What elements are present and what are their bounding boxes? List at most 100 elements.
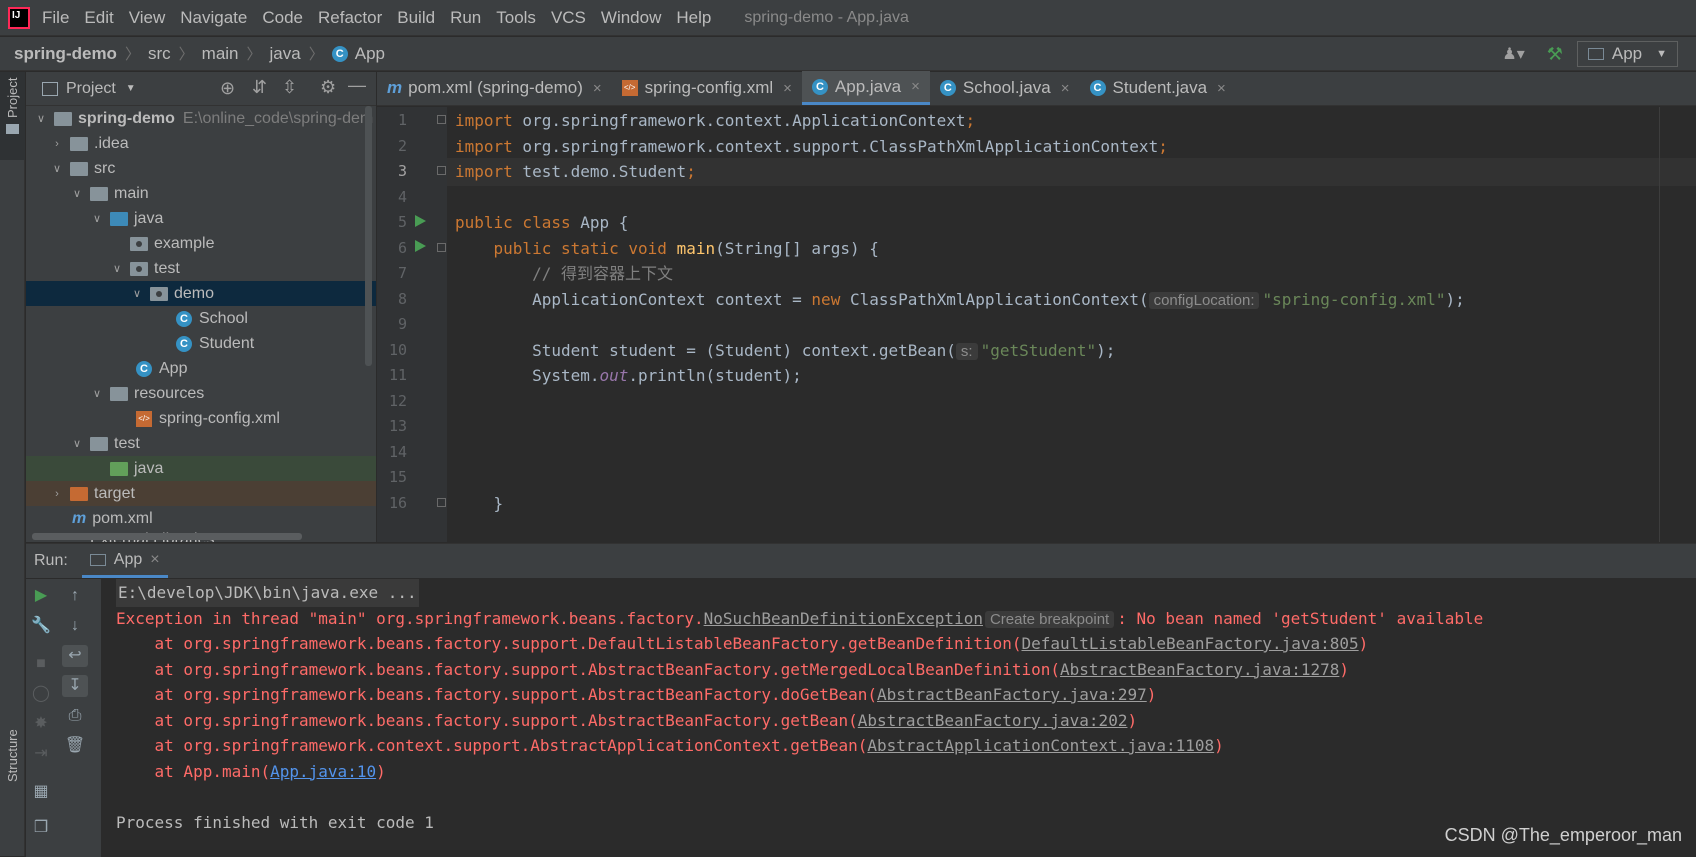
tree-item-test-package[interactable]: ∨ test (26, 256, 376, 281)
tree-item-test-java[interactable]: java (26, 456, 376, 481)
wrench-icon[interactable]: 🔧 (30, 615, 52, 637)
tree-item-idea[interactable]: › .idea (26, 131, 376, 156)
run-gutter-icon[interactable] (415, 215, 426, 227)
project-tool-button[interactable]: Project (0, 72, 25, 160)
menu-help[interactable]: Help (676, 8, 711, 28)
exit-icon[interactable]: ⇥ (30, 743, 52, 765)
gear-icon[interactable]: ⚙ (320, 77, 336, 98)
debug-icon[interactable]: ✸ (30, 713, 52, 735)
tab-student-java[interactable]: C Student.java × (1080, 71, 1236, 105)
tree-item-spring-demo[interactable]: ∨ spring-demo E:\online_code\spring-dem (26, 106, 376, 131)
frame-source-link[interactable]: AbstractBeanFactory.java:202 (858, 711, 1128, 730)
chevron-down-icon[interactable]: ▼ (126, 83, 136, 94)
frame-source-link[interactable]: DefaultListableBeanFactory.java:805 (1021, 634, 1358, 653)
chevron-down-icon[interactable]: ∨ (90, 387, 104, 400)
breadcrumb-java[interactable]: java (270, 44, 301, 64)
close-icon[interactable]: × (911, 78, 920, 95)
trash-icon[interactable]: 🗑 (64, 735, 86, 757)
create-breakpoint-hint[interactable]: Create breakpoint (984, 610, 1115, 628)
tree-item-java[interactable]: ∨ java (26, 206, 376, 231)
menu-navigate[interactable]: Navigate (180, 8, 247, 28)
structure-tool-button[interactable]: Structure (0, 672, 25, 792)
chevron-down-icon[interactable]: ∨ (34, 112, 48, 125)
menu-code[interactable]: Code (262, 8, 303, 28)
close-icon[interactable]: × (593, 80, 602, 97)
tree-item-pom[interactable]: m pom.xml (26, 506, 376, 531)
menu-window[interactable]: Window (601, 8, 661, 28)
fold-icon[interactable] (437, 243, 446, 252)
scroll-to-end-icon[interactable]: ↧ (62, 675, 88, 697)
tree-item-target[interactable]: › target (26, 481, 376, 506)
exception-class-link[interactable]: NoSuchBeanDefinitionException (704, 609, 983, 628)
menu-vcs[interactable]: VCS (551, 8, 586, 28)
tree-item-src[interactable]: ∨ src (26, 156, 376, 181)
breadcrumb-main[interactable]: main (202, 44, 239, 64)
collapse-all-icon[interactable]: ⇳ (282, 77, 297, 98)
print-icon[interactable]: ⎙ (64, 705, 86, 727)
minimize-icon[interactable]: — (348, 75, 366, 96)
run-config-select[interactable]: App ▼ (1576, 41, 1678, 67)
run-gutter-icon[interactable] (415, 240, 426, 252)
fold-icon[interactable] (437, 498, 446, 507)
build-hammer-icon[interactable]: ⚒ (1547, 44, 1563, 65)
frame-source-link[interactable]: AbstractBeanFactory.java:1278 (1060, 660, 1339, 679)
chevron-down-icon[interactable]: ∨ (50, 162, 64, 175)
fold-icon[interactable] (437, 166, 446, 175)
tree-item-school[interactable]: C School (26, 306, 376, 331)
menu-file[interactable]: File (42, 8, 69, 28)
frame-source-link[interactable]: AbstractBeanFactory.java:297 (877, 685, 1147, 704)
chevron-down-icon[interactable]: ∨ (70, 437, 84, 450)
tab-app-java[interactable]: C App.java × (801, 71, 930, 105)
expand-all-icon[interactable]: ⇵ (252, 77, 267, 98)
horizontal-scrollbar[interactable] (32, 533, 302, 540)
tree-item-student[interactable]: C Student (26, 331, 376, 356)
vertical-scrollbar[interactable] (365, 106, 372, 366)
chevron-down-icon[interactable]: ∨ (70, 187, 84, 200)
breadcrumb-app[interactable]: App (355, 44, 385, 64)
tree-item-spring-config[interactable]: </> spring-config.xml (26, 406, 376, 431)
chevron-down-icon[interactable]: ∨ (130, 287, 144, 300)
breadcrumb-project[interactable]: spring-demo (14, 44, 117, 64)
breadcrumb-src[interactable]: src (148, 44, 171, 64)
tab-pom[interactable]: m pom.xml (spring-demo) × (377, 71, 612, 105)
frame-source-link[interactable]: AbstractApplicationContext.java:1108 (867, 736, 1214, 755)
menu-refactor[interactable]: Refactor (318, 8, 382, 28)
fold-icon[interactable] (437, 115, 446, 124)
tree-item-example[interactable]: example (26, 231, 376, 256)
chevron-down-icon[interactable]: ∨ (90, 212, 104, 225)
tree-item-main[interactable]: ∨ main (26, 181, 376, 206)
locate-icon[interactable]: ⊕ (220, 78, 235, 99)
tab-school-java[interactable]: C School.java × (930, 71, 1080, 105)
menu-view[interactable]: View (129, 8, 166, 28)
close-icon[interactable]: × (1061, 80, 1070, 97)
tab-spring-config[interactable]: </> spring-config.xml × (612, 71, 802, 105)
tree-item-app[interactable]: C App (26, 356, 376, 381)
tree-item-demo[interactable]: ∨ demo (26, 281, 376, 306)
menu-run[interactable]: Run (450, 8, 481, 28)
pin-icon[interactable]: ❒ (30, 817, 52, 839)
user-icon[interactable]: ♟▾ (1502, 44, 1524, 64)
close-icon[interactable]: × (150, 551, 159, 569)
tree-item-test[interactable]: ∨ test (26, 431, 376, 456)
console-output[interactable]: E:\develop\JDK\bin\java.exe ... Exceptio… (116, 579, 1696, 857)
menu-tools[interactable]: Tools (496, 8, 536, 28)
up-arrow-icon[interactable]: ↑ (64, 585, 86, 607)
rerun-icon[interactable]: ▶ (30, 585, 52, 607)
close-icon[interactable]: × (1217, 80, 1226, 97)
chevron-down-icon[interactable]: ∨ (110, 262, 124, 275)
menu-edit[interactable]: Edit (84, 8, 113, 28)
tree-item-resources[interactable]: ∨ resources (26, 381, 376, 406)
project-view-title[interactable]: Project (66, 80, 116, 98)
chevron-right-icon[interactable]: › (50, 138, 64, 150)
run-tab-app[interactable]: App × (81, 544, 168, 578)
close-icon[interactable]: × (783, 80, 792, 97)
layout-icon[interactable]: ▦ (30, 781, 52, 803)
stop-icon[interactable]: ■ (30, 653, 52, 675)
down-arrow-icon[interactable]: ↓ (64, 615, 86, 637)
soft-wrap-icon[interactable]: ↩ (62, 645, 88, 667)
menu-build[interactable]: Build (397, 8, 435, 28)
code-area[interactable]: import org.springframework.context.Appli… (447, 107, 1696, 542)
chevron-right-icon[interactable]: › (50, 488, 64, 500)
camera-icon[interactable]: ◯ (30, 683, 52, 705)
frame-source-link[interactable]: App.java:10 (270, 762, 376, 781)
